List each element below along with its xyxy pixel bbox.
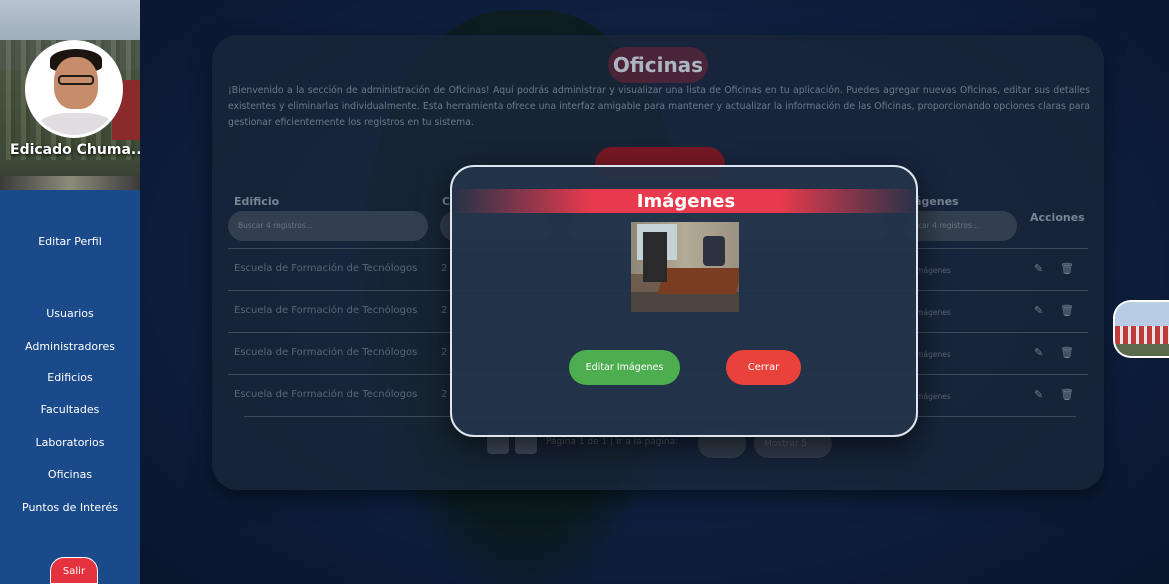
images-modal: Imágenes Editar Imágenes Cerrar [450,165,918,437]
sidebar-item-laboratorios[interactable]: Laboratorios [0,436,140,449]
sidebar-item-edificios[interactable]: Edificios [0,371,140,384]
user-name: Edicado Chuma... [10,142,140,158]
sidebar: Edicado Chuma... Editar Perfil Usuarios … [0,0,140,584]
close-modal-button[interactable]: Cerrar [726,350,801,385]
sidebar-item-usuarios[interactable]: Usuarios [0,307,140,320]
sidebar-item-oficinas[interactable]: Oficinas [0,468,140,481]
modal-title: Imágenes [636,191,736,212]
edit-images-button[interactable]: Editar Imágenes [569,350,680,385]
sidebar-item-facultades[interactable]: Facultades [0,403,140,416]
avatar [25,40,123,138]
edit-profile-link[interactable]: Editar Perfil [0,235,140,248]
sidebar-item-administradores[interactable]: Administradores [0,340,140,353]
office-image-thumbnail[interactable] [631,222,739,312]
logout-button[interactable]: Salir [50,557,98,584]
floating-image-tab[interactable] [1113,300,1169,358]
sidebar-item-puntos-de-interes[interactable]: Puntos de Interés [0,501,140,514]
